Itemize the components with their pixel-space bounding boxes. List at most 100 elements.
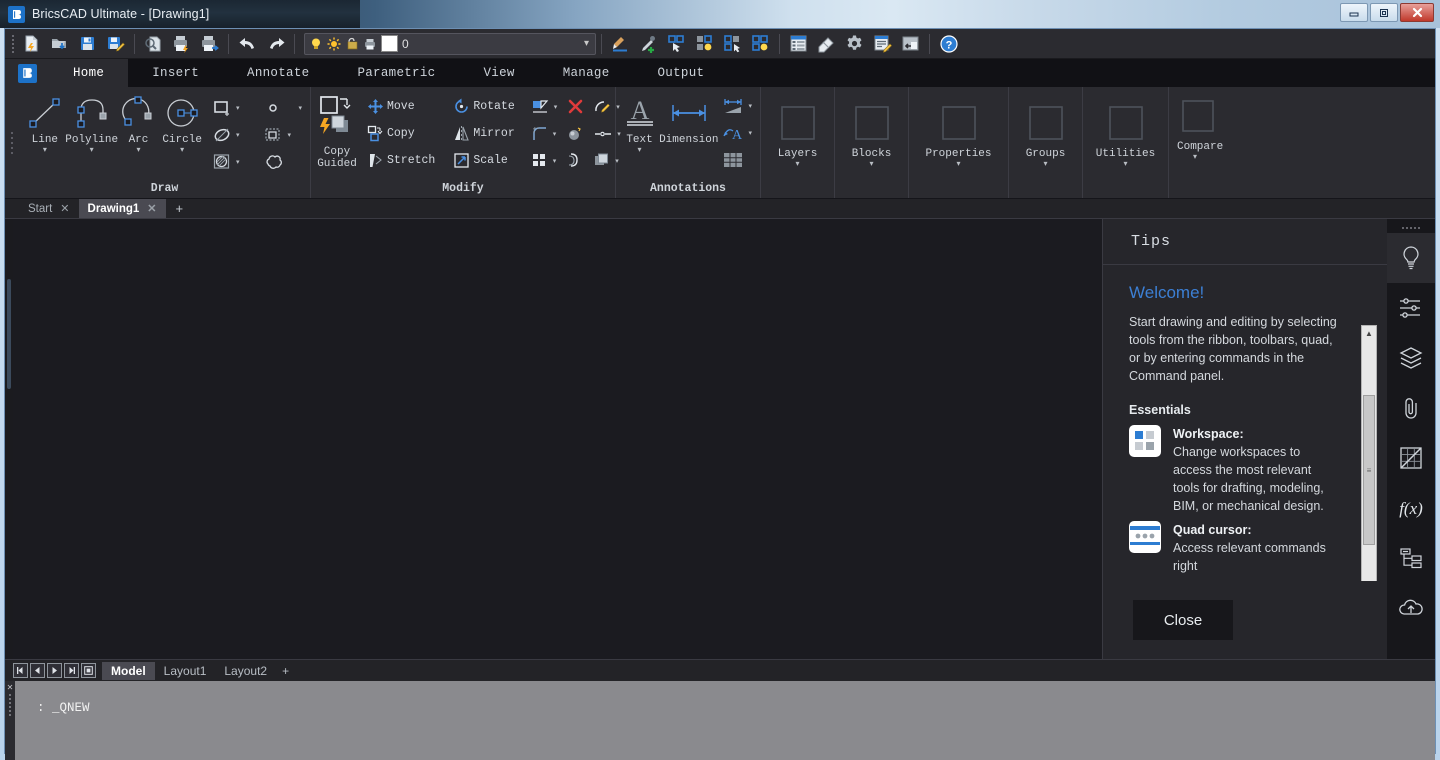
chevron-down-icon[interactable]: ▾ — [553, 130, 557, 138]
layers-panel-button[interactable] — [1387, 333, 1435, 383]
undo-arrow-icon[interactable] — [234, 31, 261, 57]
eyedropper-icon[interactable] — [635, 31, 662, 57]
add-layout-button[interactable]: + — [276, 662, 295, 680]
trim-button[interactable]: ▾ — [527, 95, 562, 119]
copy-guided-button[interactable]: CopyGuided — [315, 90, 359, 170]
ellipse-button[interactable]: ▾ — [208, 123, 244, 147]
properties-button[interactable]: Properties ▾ — [913, 90, 1004, 167]
move-button[interactable]: Move — [363, 95, 419, 119]
dimension-button[interactable]: Dimension — [659, 90, 718, 146]
application-menu-button[interactable] — [5, 59, 49, 87]
text-button[interactable]: A Text ▾ — [620, 90, 659, 153]
chevron-down-icon[interactable]: ▾ — [1177, 153, 1197, 160]
layout2-tab[interactable]: Layout2 — [215, 662, 276, 680]
chevron-down-icon[interactable]: ▾ — [1123, 160, 1127, 167]
scale-button[interactable]: Scale — [449, 149, 512, 173]
chevron-down-icon[interactable]: ▾ — [554, 103, 558, 111]
close-icon[interactable]: ✕ — [7, 683, 14, 692]
revision-cloud-button[interactable] — [259, 150, 289, 174]
sun-icon[interactable] — [325, 35, 343, 53]
groups-button[interactable]: Groups ▾ — [1013, 90, 1078, 167]
utilities-button[interactable]: Utilities ▾ — [1087, 90, 1164, 167]
compare-button[interactable]: Compare ▾ — [1173, 90, 1255, 160]
edit-document-icon[interactable] — [869, 31, 896, 57]
image-icon[interactable] — [897, 31, 924, 57]
tips-scrollbar[interactable]: ▲ ≡ ▼ — [1361, 325, 1377, 581]
new-document-tab-button[interactable]: + — [166, 199, 194, 218]
chevron-down-icon[interactable]: ▾ — [236, 158, 240, 166]
delete-button[interactable] — [563, 95, 588, 119]
tab-parametric[interactable]: Parametric — [333, 59, 459, 87]
dimension-style-button[interactable]: ▾ — [718, 94, 756, 118]
maximize-button[interactable] — [1370, 3, 1398, 22]
settings-panel-button[interactable] — [1387, 283, 1435, 333]
save-as-disk-icon[interactable] — [102, 31, 129, 57]
tab-view[interactable]: View — [459, 59, 538, 87]
print-printer-icon[interactable] — [196, 31, 223, 57]
arc-button[interactable]: Arc ▾ — [117, 90, 161, 153]
save-disk-icon[interactable] — [74, 31, 101, 57]
drafting-panel-button[interactable] — [1387, 433, 1435, 483]
leader-text-button[interactable]: A ▾ — [718, 121, 756, 145]
select-cursor-icon[interactable] — [663, 31, 690, 57]
chevron-down-icon[interactable]: ▾ — [748, 102, 752, 110]
array-button[interactable]: ▾ — [527, 149, 561, 173]
rotate-button[interactable]: Rotate — [449, 95, 518, 119]
prev-icon[interactable] — [30, 663, 45, 678]
stretch-button[interactable]: Stretch — [363, 149, 439, 173]
last-icon[interactable] — [64, 663, 79, 678]
chevron-down-icon[interactable]: ▾ — [584, 38, 593, 49]
blocks-button[interactable]: Blocks ▾ — [839, 90, 904, 167]
doc-tab-drawing1[interactable]: Drawing1 ✕ — [79, 199, 166, 218]
close-icon[interactable]: ✕ — [147, 202, 156, 215]
tab-annotate[interactable]: Annotate — [223, 59, 333, 87]
hatch-button[interactable]: ▾ — [208, 150, 244, 174]
fillet-button[interactable]: ▾ — [527, 122, 561, 146]
layer-color-swatch[interactable] — [381, 35, 398, 52]
hide-cursor-icon[interactable] — [719, 31, 746, 57]
new-file-icon[interactable] — [18, 31, 45, 57]
ribbon-grip[interactable] — [5, 87, 19, 198]
close-icon[interactable]: ✕ — [60, 202, 69, 215]
chevron-down-icon[interactable]: ▾ — [553, 157, 557, 165]
left-gutter-bar[interactable] — [7, 279, 11, 389]
eraser-icon[interactable] — [813, 31, 840, 57]
region-button[interactable]: ▾ — [259, 123, 295, 147]
tab-home[interactable]: Home — [49, 59, 128, 87]
chevron-down-icon[interactable]: ▾ — [136, 146, 140, 153]
chevron-down-icon[interactable]: ▾ — [43, 146, 47, 153]
rail-grip[interactable] — [1402, 223, 1420, 233]
minimize-button[interactable] — [1340, 3, 1368, 22]
offset-button[interactable] — [562, 149, 587, 173]
layer-combo[interactable]: 0 ▾ — [304, 33, 596, 55]
tips-panel-button[interactable] — [1387, 233, 1435, 283]
isolate-bulb-icon[interactable] — [691, 31, 718, 57]
chevron-down-icon[interactable]: ▾ — [287, 131, 291, 139]
copy-button[interactable]: Copy — [363, 122, 419, 146]
close-button[interactable] — [1400, 3, 1434, 22]
scroll-up-icon[interactable]: ▲ — [1362, 326, 1376, 340]
open-folder-icon[interactable] — [46, 31, 73, 57]
unisolate-bulb-icon[interactable] — [747, 31, 774, 57]
help-question-icon[interactable]: ? — [935, 31, 962, 57]
chevron-down-icon[interactable]: ▾ — [236, 131, 240, 139]
gear-icon[interactable] — [841, 31, 868, 57]
plot-printer-icon[interactable] — [361, 35, 379, 53]
lock-icon[interactable] — [343, 35, 361, 53]
chevron-down-icon[interactable]: ▾ — [298, 104, 302, 112]
layout-list-icon[interactable] — [81, 663, 96, 678]
chevron-down-icon[interactable]: ▾ — [869, 160, 873, 167]
tab-insert[interactable]: Insert — [128, 59, 223, 87]
tips-close-button[interactable]: Close — [1133, 600, 1233, 640]
publish-printer-icon[interactable] — [168, 31, 195, 57]
chevron-down-icon[interactable]: ▾ — [90, 146, 94, 153]
next-icon[interactable] — [47, 663, 62, 678]
tips-scroll-thumb[interactable]: ≡ — [1363, 395, 1375, 545]
paintbrush-icon[interactable] — [607, 31, 634, 57]
first-icon[interactable] — [13, 663, 28, 678]
polyline-button[interactable]: Polyline ▾ — [67, 90, 117, 153]
explode-button[interactable] — [562, 122, 587, 146]
attachments-panel-button[interactable] — [1387, 383, 1435, 433]
chevron-down-icon[interactable]: ▾ — [236, 104, 240, 112]
chevron-down-icon[interactable]: ▾ — [748, 129, 752, 137]
